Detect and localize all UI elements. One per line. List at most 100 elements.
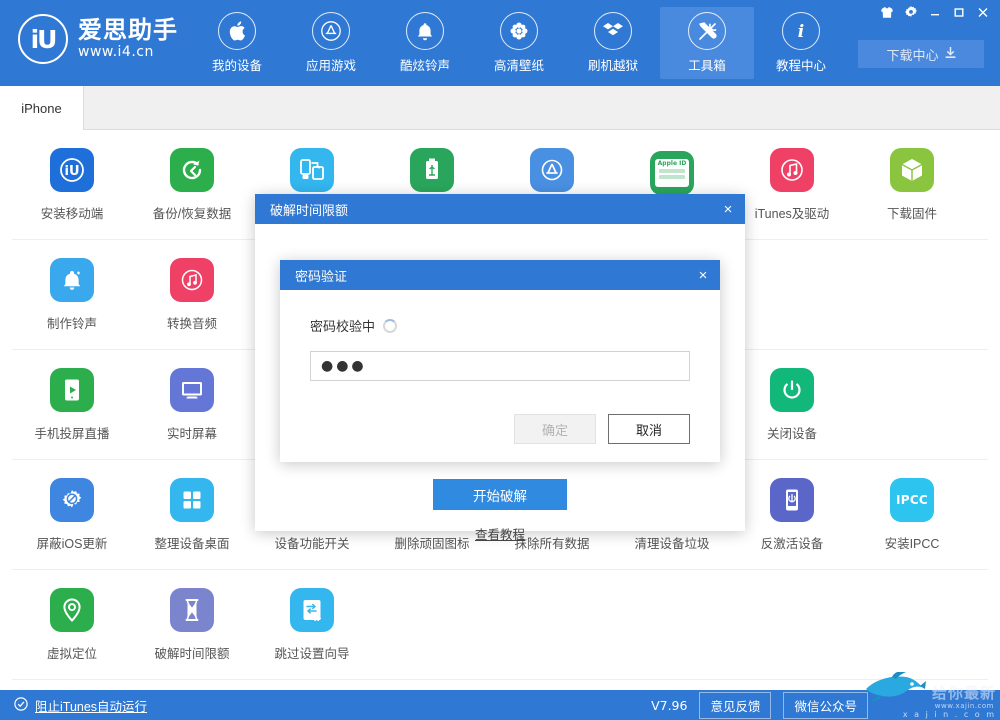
download-icon <box>945 46 956 62</box>
music-icon <box>170 258 214 302</box>
tool-label: 破解时间限额 <box>154 647 230 661</box>
tool-label: 整理设备桌面 <box>154 537 230 551</box>
brand-name: 爱思助手 <box>78 17 178 44</box>
nav-item-ringtones[interactable]: 酷炫铃声 <box>378 7 472 79</box>
start-crack-button[interactable]: 开始破解 <box>433 479 567 510</box>
tool-skip-setup-wizard[interactable]: 跳过设置向导 <box>252 570 372 680</box>
app-logo: iU 爱思助手 www.i4.cn <box>18 14 178 64</box>
dialog-title-text: 密码验证 <box>295 268 348 284</box>
dialog-button-row: 确定 取消 <box>514 414 690 444</box>
svg-text:i: i <box>798 22 804 41</box>
wechat-official-button[interactable]: 微信公众号 <box>783 691 868 719</box>
tool-make-ringtone[interactable]: 制作铃声 <box>12 240 132 350</box>
apple-icon <box>218 12 256 50</box>
box-icon <box>890 148 934 192</box>
tool-backup-restore[interactable]: 备份/恢复数据 <box>132 130 252 240</box>
tool-itunes-driver[interactable]: iTunes及驱动 <box>732 130 852 240</box>
tool-label: 转换音频 <box>166 317 217 331</box>
view-tutorial-link[interactable]: 查看教程 <box>255 524 745 543</box>
tool-placeholder <box>372 570 492 680</box>
tool-install-ipcc[interactable]: IPCC 安装IPCC <box>852 460 972 570</box>
tool-label: 屏蔽iOS更新 <box>36 537 108 551</box>
restore-clock-icon <box>170 148 214 192</box>
tool-placeholder <box>852 570 972 680</box>
block-update-icon <box>50 478 94 522</box>
tool-label: 下载固件 <box>886 207 937 221</box>
tool-convert-audio[interactable]: 转换音频 <box>132 240 252 350</box>
tool-label: 安装移动端 <box>40 207 104 221</box>
skip-setup-icon <box>290 588 334 632</box>
feedback-button[interactable]: 意见反馈 <box>699 691 772 719</box>
grid-tile-icon <box>170 478 214 522</box>
tool-screen-cast[interactable]: 手机投屏直播 <box>12 350 132 460</box>
block-itunes-toggle[interactable]: 阻止iTunes自动运行 <box>14 696 147 715</box>
dropbox-icon <box>594 12 632 50</box>
app-header: iU 爱思助手 www.i4.cn 我的设备 应用游戏 酷炫铃声 高清壁纸 刷机… <box>0 0 1000 86</box>
nav-item-tutorials[interactable]: i 教程中心 <box>754 7 848 79</box>
tool-realtime-screen[interactable]: 实时屏幕 <box>132 350 252 460</box>
status-bar: 阻止iTunes自动运行 V7.96 意见反馈 微信公众号 给你最新 www.x… <box>0 672 1000 720</box>
deactivate-icon <box>770 478 814 522</box>
appstore-tile-icon <box>530 148 574 192</box>
nav-label: 工具箱 <box>688 59 726 73</box>
main-nav: 我的设备 应用游戏 酷炫铃声 高清壁纸 刷机越狱 工具箱 i 教程中心 <box>190 7 848 79</box>
tool-label: 备份/恢复数据 <box>152 207 232 221</box>
tool-organize-desktop[interactable]: 整理设备桌面 <box>132 460 252 570</box>
close-icon[interactable]: × <box>686 260 720 290</box>
device-migrate-icon <box>290 148 334 192</box>
location-pin-icon <box>50 588 94 632</box>
maximize-icon[interactable] <box>948 3 970 21</box>
appleid-icon: Apple ID <box>650 150 694 195</box>
nav-label: 高清壁纸 <box>493 59 544 73</box>
tool-power-off-device[interactable]: 关闭设备 <box>732 350 852 460</box>
nav-label: 应用游戏 <box>305 59 356 73</box>
confirm-button[interactable]: 确定 <box>514 414 596 444</box>
usb-drive-icon <box>410 148 454 192</box>
skin-icon[interactable] <box>876 3 898 21</box>
tools-row: 虚拟定位 破解时间限额 跳过设置向导 <box>12 570 988 680</box>
nav-item-wallpaper[interactable]: 高清壁纸 <box>472 7 566 79</box>
tool-deactivate-device[interactable]: 反激活设备 <box>732 460 852 570</box>
tool-placeholder <box>732 240 852 350</box>
download-center-button[interactable]: 下载中心 <box>858 40 984 68</box>
dialog-titlebar: 密码验证 × <box>280 260 720 290</box>
tool-label: 制作铃声 <box>46 317 97 331</box>
tool-label: 安装IPCC <box>884 537 940 551</box>
monitor-icon <box>170 368 214 412</box>
nav-item-apps-games[interactable]: 应用游戏 <box>284 7 378 79</box>
tool-block-ios-update[interactable]: 屏蔽iOS更新 <box>12 460 132 570</box>
password-input[interactable]: ●●● <box>310 351 690 381</box>
nav-item-my-device[interactable]: 我的设备 <box>190 7 284 79</box>
cancel-button[interactable]: 取消 <box>608 414 690 444</box>
settings-gear-icon[interactable] <box>900 3 922 21</box>
tool-label: iTunes及驱动 <box>754 207 830 221</box>
tool-placeholder <box>732 570 852 680</box>
tool-download-firmware[interactable]: 下载固件 <box>852 130 972 240</box>
tool-crack-time-limit[interactable]: 破解时间限额 <box>132 570 252 680</box>
nav-label: 我的设备 <box>211 59 262 73</box>
dialog-title-text: 破解时间限额 <box>270 202 349 218</box>
tab-strip: iPhone <box>0 86 1000 130</box>
tab-iphone[interactable]: iPhone <box>0 86 84 130</box>
tool-virtual-location[interactable]: 虚拟定位 <box>12 570 132 680</box>
nav-label: 刷机越狱 <box>587 59 638 73</box>
svg-text:iU: iU <box>64 164 79 179</box>
watermark-url: www.xajin.com <box>934 702 994 710</box>
close-icon[interactable] <box>972 3 994 21</box>
tool-label: 虚拟定位 <box>46 647 97 661</box>
tool-label: 关闭设备 <box>766 427 817 441</box>
minimize-icon[interactable] <box>924 3 946 21</box>
password-verify-dialog: 密码验证 × 密码校验中 ●●● 确定 取消 <box>280 260 720 462</box>
nav-label: 教程中心 <box>775 59 826 73</box>
block-itunes-label: 阻止iTunes自动运行 <box>35 699 148 714</box>
close-icon[interactable]: × <box>711 194 745 224</box>
tool-install-mobile[interactable]: iU 安装移动端 <box>12 130 132 240</box>
nav-label: 酷炫铃声 <box>399 59 450 73</box>
itunes-icon <box>770 148 814 192</box>
verify-status-text: 密码校验中 <box>310 319 376 334</box>
appstore-icon <box>312 12 350 50</box>
download-center-label: 下载中心 <box>886 47 939 63</box>
dialog-body: 密码校验中 ●●● 确定 取消 <box>280 290 720 462</box>
nav-item-flash-jailbreak[interactable]: 刷机越狱 <box>566 7 660 79</box>
nav-item-toolbox[interactable]: 工具箱 <box>660 7 754 79</box>
